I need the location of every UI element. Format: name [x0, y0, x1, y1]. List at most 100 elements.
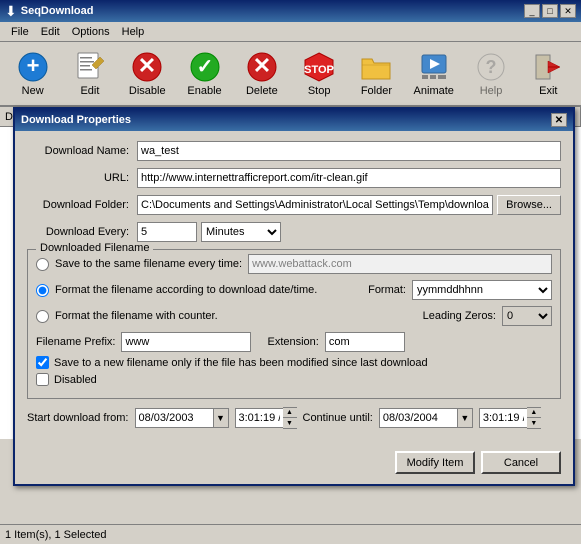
radio-same-filename[interactable] — [36, 258, 49, 271]
toolbar-disable-button[interactable]: ✕ Disable — [120, 46, 175, 102]
extension-label: Extension: — [267, 336, 318, 348]
toolbar-new-button[interactable]: + New — [5, 46, 60, 102]
menu-help[interactable]: Help — [116, 24, 151, 40]
svg-text:?: ? — [486, 57, 497, 77]
app-icon: ⬇ — [5, 3, 17, 20]
disabled-checkbox[interactable] — [36, 373, 49, 386]
dialog-title-bar: Download Properties ✕ — [15, 109, 573, 131]
edit-icon — [74, 51, 106, 83]
dialog-buttons: Modify Item Cancel — [15, 447, 573, 484]
start-time-input[interactable] — [235, 408, 283, 428]
leading-zeros-select[interactable]: 0 — [502, 306, 552, 326]
start-time-spinner[interactable]: ▲ ▼ — [283, 407, 297, 429]
folder-row: Download Folder: Browse... — [27, 195, 561, 215]
toolbar: + New Edit ✕ Disable — [0, 42, 581, 107]
svg-text:✕: ✕ — [253, 53, 271, 78]
toolbar-stop-button[interactable]: STOP Stop — [291, 46, 346, 102]
toolbar-help-button[interactable]: ? Help — [463, 46, 518, 102]
start-time-down[interactable]: ▼ — [283, 418, 297, 428]
menu-edit[interactable]: Edit — [35, 24, 66, 40]
maximize-button[interactable]: □ — [542, 4, 558, 18]
toolbar-edit-label: Edit — [80, 85, 99, 97]
start-time-combo: ▲ ▼ — [235, 407, 297, 429]
cancel-button[interactable]: Cancel — [481, 451, 561, 474]
group-legend: Downloaded Filename — [36, 242, 153, 254]
animate-icon — [418, 51, 450, 83]
new-icon: + — [17, 51, 49, 83]
svg-text:✓: ✓ — [196, 56, 213, 78]
download-name-row: Download Name: — [27, 141, 561, 161]
radio2-section: Format the filename according to downloa… — [36, 280, 552, 300]
exit-icon — [532, 51, 564, 83]
radio-date-format[interactable] — [36, 284, 49, 297]
toolbar-folder-button[interactable]: Folder — [349, 46, 404, 102]
format-select[interactable]: yymmddhhnn — [412, 280, 552, 300]
modify-item-button[interactable]: Modify Item — [395, 451, 475, 474]
toolbar-new-label: New — [22, 85, 44, 97]
enable-icon: ✓ — [189, 51, 221, 83]
toolbar-exit-label: Exit — [539, 85, 557, 97]
start-date-input[interactable] — [135, 408, 213, 428]
toolbar-stop-label: Stop — [308, 85, 331, 97]
toolbar-delete-button[interactable]: ✕ Delete — [234, 46, 289, 102]
menu-file[interactable]: File — [5, 24, 35, 40]
modified-label: Save to a new filename only if the file … — [54, 357, 428, 369]
datetime-row: Start download from: ▼ ▲ ▼ Continue unti… — [27, 407, 561, 429]
start-time-up[interactable]: ▲ — [283, 408, 297, 418]
close-button[interactable]: ✕ — [560, 4, 576, 18]
radio3-label: Format the filename with counter. — [55, 310, 218, 322]
toolbar-help-label: Help — [480, 85, 503, 97]
help-icon: ? — [475, 51, 507, 83]
menu-options[interactable]: Options — [66, 24, 116, 40]
toolbar-edit-button[interactable]: Edit — [62, 46, 117, 102]
toolbar-animate-button[interactable]: Animate — [406, 46, 461, 102]
same-filename-input[interactable] — [248, 254, 552, 274]
start-date-dropdown[interactable]: ▼ — [213, 408, 229, 428]
disabled-label: Disabled — [54, 374, 97, 386]
end-time-up[interactable]: ▲ — [527, 408, 541, 418]
radio3-row: Format the filename with counter. Leadin… — [36, 306, 552, 326]
leading-zeros-label: Leading Zeros: — [423, 310, 496, 322]
modified-checkbox[interactable] — [36, 356, 49, 369]
browse-button[interactable]: Browse... — [497, 195, 561, 215]
dialog-close-button[interactable]: ✕ — [551, 113, 567, 127]
folder-icon — [360, 51, 392, 83]
delete-icon: ✕ — [246, 51, 278, 83]
extension-input[interactable] — [325, 332, 405, 352]
toolbar-exit-button[interactable]: Exit — [521, 46, 576, 102]
end-time-combo: ▲ ▼ — [479, 407, 541, 429]
dialog-body: Download Name: URL: Download Folder: Bro… — [15, 131, 573, 447]
folder-label: Download Folder: — [27, 199, 137, 211]
svg-text:STOP: STOP — [304, 64, 334, 76]
toolbar-enable-label: Enable — [187, 85, 221, 97]
download-name-input[interactable] — [137, 141, 561, 161]
downloaded-filename-group: Downloaded Filename Save to the same fil… — [27, 249, 561, 399]
prefix-input[interactable] — [121, 332, 251, 352]
format-label: Format: — [368, 284, 406, 296]
end-time-down[interactable]: ▼ — [527, 418, 541, 428]
menu-bar: File Edit Options Help — [0, 22, 581, 42]
dialog-title-text: Download Properties — [21, 114, 131, 126]
every-row: Download Every: Minutes — [27, 222, 561, 242]
every-input[interactable] — [137, 222, 197, 242]
radio2-label: Format the filename according to downloa… — [55, 284, 317, 296]
end-date-input[interactable] — [379, 408, 457, 428]
url-input[interactable] — [137, 168, 561, 188]
radio-counter[interactable] — [36, 310, 49, 323]
radio1-row: Save to the same filename every time: — [36, 254, 552, 274]
end-time-spinner[interactable]: ▲ ▼ — [527, 407, 541, 429]
end-date-combo: ▼ — [379, 408, 473, 428]
prefix-row: Filename Prefix: Extension: — [36, 332, 552, 352]
modal-overlay: Download Properties ✕ Download Name: URL… — [8, 107, 581, 544]
checkbox1-row: Save to a new filename only if the file … — [36, 356, 552, 369]
title-bar: ⬇ SeqDownload _ □ ✕ — [0, 0, 581, 22]
toolbar-delete-label: Delete — [246, 85, 278, 97]
minimize-button[interactable]: _ — [524, 4, 540, 18]
folder-input[interactable] — [137, 195, 493, 215]
url-row: URL: — [27, 168, 561, 188]
end-time-input[interactable] — [479, 408, 527, 428]
start-date-combo: ▼ — [135, 408, 229, 428]
toolbar-enable-button[interactable]: ✓ Enable — [177, 46, 232, 102]
every-select[interactable]: Minutes — [201, 222, 281, 242]
end-date-dropdown[interactable]: ▼ — [457, 408, 473, 428]
